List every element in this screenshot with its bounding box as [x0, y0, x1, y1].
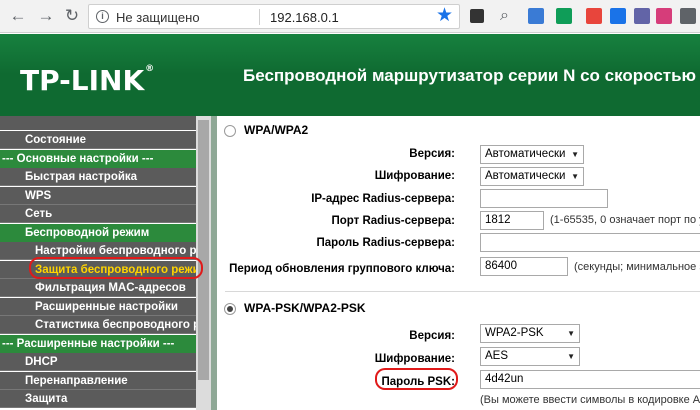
sidebar-item-security[interactable]: Защита	[0, 390, 196, 408]
apps-grid-icon[interactable]	[470, 9, 484, 23]
security-status[interactable]: Не защищено	[116, 10, 200, 25]
onenote-icon[interactable]	[656, 8, 672, 24]
radius-port-input[interactable]: 1812	[480, 211, 544, 230]
reader-icon[interactable]	[586, 8, 602, 24]
psk-password-hint: (Вы можете ввести символы в кодировке AS…	[480, 394, 700, 406]
vivaldi-icon[interactable]	[610, 8, 626, 24]
psk-password-input[interactable]: 4d42un	[480, 370, 700, 389]
security-settings-panel: WPA/WPA2 Версия: Автоматически Шифровани…	[217, 116, 700, 410]
wpa-encryption-label: Шифрование:	[374, 170, 455, 182]
radius-password-label: Пароль Radius-сервера:	[316, 237, 455, 249]
radius-ip-input[interactable]	[480, 189, 608, 208]
highlight-wireless-security	[29, 257, 203, 279]
radius-ip-label: IP-адрес Radius-сервера:	[311, 193, 455, 205]
sidebar-item-wireless[interactable]: Беспроводной режим	[0, 224, 196, 242]
extension-icon[interactable]	[556, 8, 572, 24]
section-divider	[225, 291, 700, 292]
omnibox-separator	[259, 9, 260, 25]
wpa-psk-radio[interactable]	[224, 303, 236, 315]
pocket-icon[interactable]	[680, 8, 696, 24]
sidebar-section-basic: --- Основные настройки ---	[0, 150, 196, 168]
sidebar-item-dhcp[interactable]: DHCP	[0, 353, 196, 371]
group-key-label: Период обновления группового ключа:	[229, 263, 455, 275]
search-icon[interactable]: ⌕	[500, 8, 516, 24]
wpa-radio[interactable]	[224, 125, 236, 137]
url-text[interactable]: 192.168.0.1	[270, 10, 339, 25]
address-bar[interactable]: i Не защищено 192.168.0.1 ★	[88, 4, 460, 29]
sidebar-section-advanced: --- Расширенные настройки ---	[0, 335, 196, 353]
group-key-hint: (секунды; минимальное зн	[574, 261, 700, 273]
sidebar-item-wireless-statistics[interactable]: Статистика беспроводного ре	[0, 316, 196, 334]
browser-toolbar: ← → ↻ i Не защищено 192.168.0.1 ★ ⌕	[0, 0, 700, 33]
wpa-version-label: Версия:	[409, 148, 455, 160]
psk-version-label: Версия:	[409, 330, 455, 342]
psk-encryption-label: Шифрование:	[374, 353, 455, 365]
sidebar-item-status[interactable]: Состояние	[0, 131, 196, 149]
sidebar-item-forwarding[interactable]: Перенаправление	[0, 372, 196, 390]
info-icon[interactable]: i	[96, 10, 109, 23]
radius-port-hint: (1-65535, 0 означает порт по у	[550, 214, 700, 226]
highlight-psk-label	[375, 368, 458, 390]
sidebar-item-wps[interactable]: WPS	[0, 187, 196, 205]
toggle-icon[interactable]	[634, 8, 650, 24]
back-icon[interactable]: ←	[8, 6, 28, 26]
reload-icon[interactable]: ↻	[62, 6, 82, 26]
sidebar-item-network[interactable]: Сеть	[0, 205, 196, 223]
banner-title: Беспроводной маршрутизатор серии N со ск…	[243, 66, 700, 85]
sidebar-item-quick-setup[interactable]: Быстрая настройка	[0, 168, 196, 186]
wpa-section-title: WPA/WPA2	[244, 123, 309, 137]
group-key-input[interactable]: 86400	[480, 257, 568, 276]
wpa-psk-section-title: WPA-PSK/WPA2-PSK	[244, 301, 366, 315]
tp-link-logo: TP-LINK®	[20, 64, 155, 97]
forward-icon[interactable]: →	[36, 6, 56, 26]
psk-version-select[interactable]: WPA2-PSK	[480, 324, 580, 343]
translate-icon[interactable]	[528, 8, 544, 24]
radius-password-input[interactable]	[480, 233, 700, 252]
psk-encryption-select[interactable]: AES	[480, 347, 580, 366]
sidebar-item-advanced-wireless[interactable]: Расширенные настройки	[0, 298, 196, 316]
radius-port-label: Порт Radius-сервера:	[331, 215, 455, 227]
sidebar-item-mac-filtering[interactable]: Фильтрация MAC-адресов	[0, 279, 196, 297]
bookmark-star-icon[interactable]: ★	[436, 6, 453, 26]
router-banner: TP-LINK® Беспроводной маршрутизатор сери…	[0, 34, 700, 116]
sidebar-top-strip	[0, 116, 196, 130]
wpa-encryption-select[interactable]: Автоматически	[480, 167, 584, 186]
sidebar-scrollbar-thumb[interactable]	[198, 120, 209, 380]
wpa-version-select[interactable]: Автоматически	[480, 145, 584, 164]
